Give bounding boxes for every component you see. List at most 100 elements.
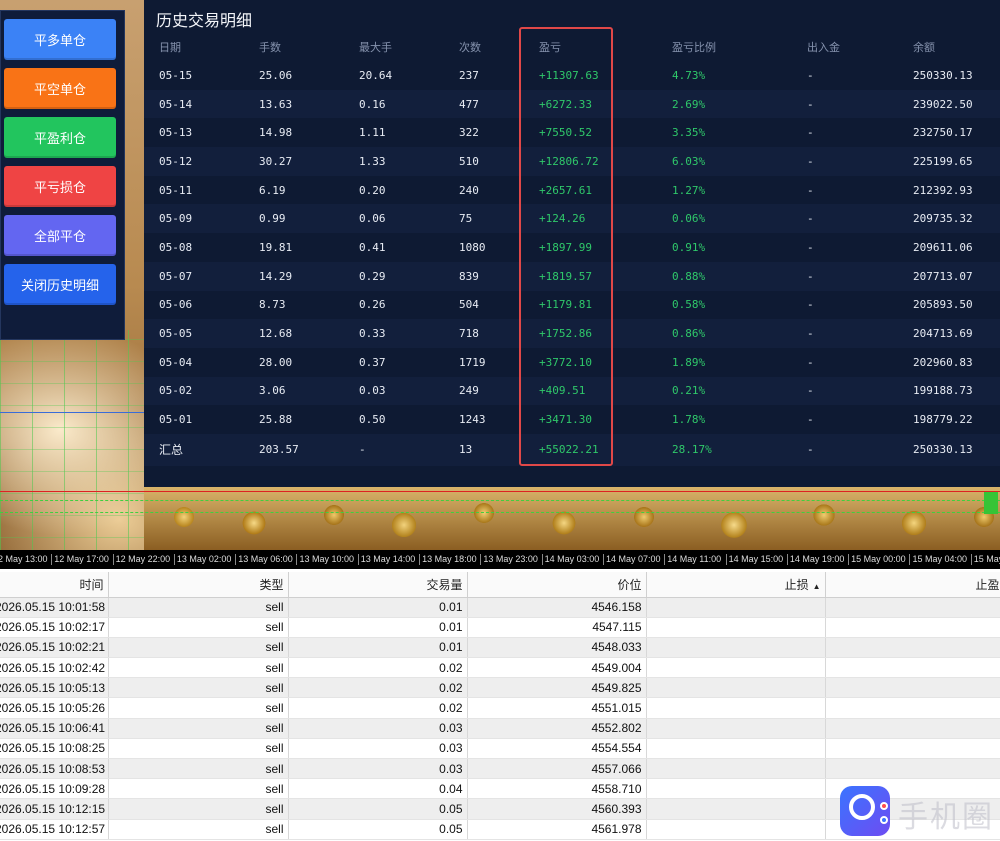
orders-header-row: 时间 类型 交易量 价位 止损 ▲ 止盈 bbox=[0, 572, 1000, 598]
order-cell bbox=[646, 718, 826, 739]
order-cell: 4558.710 bbox=[467, 778, 647, 800]
order-cell: 4549.004 bbox=[467, 657, 647, 679]
time-axis-label: 14 May 19:00 bbox=[786, 554, 848, 565]
history-cell: 199188.73 bbox=[898, 376, 1000, 406]
history-cell: 209735.32 bbox=[898, 204, 1000, 234]
history-cell: 3.35% bbox=[657, 118, 792, 148]
history-cell: 05-14 bbox=[144, 89, 244, 119]
history-cell: 6.19 bbox=[244, 175, 344, 205]
chart-level-line-green bbox=[0, 512, 1000, 513]
history-cell: 28.00 bbox=[244, 347, 344, 377]
orders-column-header[interactable]: 交易量 bbox=[288, 572, 468, 598]
order-row[interactable]: 2026.05.15 10:05:13 sell 0.02 4549.825 bbox=[0, 677, 1000, 699]
history-cell: +3471.30 bbox=[524, 405, 657, 434]
order-row[interactable]: 2026.05.15 10:08:25 sell 0.03 4554.554 bbox=[0, 738, 1000, 760]
order-cell: 0.03 bbox=[288, 738, 468, 760]
history-cell: 1080 bbox=[444, 233, 524, 262]
history-cell: +1179.81 bbox=[524, 290, 657, 320]
history-cell: +3772.10 bbox=[524, 347, 657, 377]
history-total-cell: 28.17% bbox=[657, 433, 792, 466]
orders-column-label: 交易量 bbox=[426, 577, 463, 592]
history-cell: 839 bbox=[444, 261, 524, 291]
history-cell: +11307.63 bbox=[524, 61, 657, 90]
orders-column-header[interactable]: 止盈 bbox=[825, 572, 1000, 598]
panel-title: 历史交易明细 bbox=[156, 13, 253, 30]
order-time: 2026.05.15 10:01:58 bbox=[0, 600, 106, 615]
history-cell: 05-13 bbox=[144, 118, 244, 148]
orders-column-header[interactable]: 价位 bbox=[467, 572, 647, 598]
orders-column-header[interactable]: 类型 bbox=[108, 572, 289, 598]
history-cell: 239022.50 bbox=[898, 89, 1000, 119]
history-total-row: 汇总 203.57-13 +55022.21 28.17% -250330.13 bbox=[144, 433, 1000, 466]
history-column-header: 盈亏比例 bbox=[672, 41, 716, 54]
history-column-header: 次数 bbox=[459, 41, 481, 54]
order-row[interactable]: 2026.05.15 10:02:42 sell 0.02 4549.004 bbox=[0, 657, 1000, 679]
history-cell: 240 bbox=[444, 175, 524, 205]
history-row: 05-15 25.06 20.64 237 +11307.63 4.73% -250330.… bbox=[144, 61, 1000, 90]
close-history-button[interactable]: 关闭历史明细 bbox=[4, 264, 116, 305]
order-cell: sell bbox=[108, 798, 289, 820]
order-time: 2026.05.15 10:02:42 bbox=[0, 660, 106, 675]
order-cell: sell bbox=[108, 657, 289, 679]
order-row[interactable]: 2026.05.15 10:08:53 sell 0.03 4557.066 bbox=[0, 758, 1000, 780]
order-cell bbox=[825, 697, 1000, 719]
order-cell: 4561.978 bbox=[467, 819, 647, 840]
close-long-positions-button[interactable]: 平多单仓 bbox=[4, 19, 116, 60]
history-cell: 2.69% bbox=[657, 89, 792, 119]
history-cell: 0.26 bbox=[344, 290, 444, 320]
history-cell: +1819.57 bbox=[524, 261, 657, 291]
order-row[interactable]: 2026.05.15 10:05:26 sell 0.02 4551.015 bbox=[0, 697, 1000, 719]
close-loss-positions-button[interactable]: 平亏损仓 bbox=[4, 166, 116, 207]
order-time: 2026.05.15 10:12:15 bbox=[0, 801, 106, 816]
history-column-header: 出入金 bbox=[807, 41, 840, 54]
history-cell: 249 bbox=[444, 376, 524, 406]
order-cell: 2026.05.15 10:08:53 bbox=[0, 758, 109, 780]
history-cell: 477 bbox=[444, 89, 524, 119]
history-cell: 1719 bbox=[444, 347, 524, 377]
history-cell: 05-05 bbox=[144, 319, 244, 348]
order-row[interactable]: 2026.05.15 10:06:41 sell 0.03 4552.802 bbox=[0, 718, 1000, 739]
history-cell: 14.98 bbox=[244, 118, 344, 148]
order-cell bbox=[825, 718, 1000, 739]
history-row: 05-02 3.06 0.03 249 +409.51 0.21% -199188.73 bbox=[144, 376, 1000, 406]
history-row: 05-11 6.19 0.20 240 +2657.61 1.27% -212392.93 bbox=[144, 175, 1000, 205]
order-cell bbox=[646, 778, 826, 800]
time-axis-label: 15 May bbox=[970, 554, 1000, 565]
history-cell: 0.50 bbox=[344, 405, 444, 434]
history-row: 05-13 14.98 1.11 322 +7550.52 3.35% -232750.17 bbox=[144, 118, 1000, 148]
order-cell: sell bbox=[108, 697, 289, 719]
app-logo-icon bbox=[840, 786, 890, 836]
time-axis-label: 14 May 07:00 bbox=[602, 554, 664, 565]
history-row: 05-01 25.88 0.50 1243 +3471.30 1.78% -198779.2… bbox=[144, 405, 1000, 434]
time-axis-label: 12 May 22:00 bbox=[112, 554, 174, 565]
order-row[interactable]: 2026.05.15 10:02:21 sell 0.01 4548.033 bbox=[0, 637, 1000, 659]
order-cell: 4549.825 bbox=[467, 677, 647, 699]
orders-column-header[interactable]: 时间 bbox=[0, 572, 109, 598]
time-axis-label: 13 May 10:00 bbox=[296, 554, 357, 565]
history-cell: 12.68 bbox=[244, 319, 344, 348]
orders-column-header[interactable]: 止损 ▲ bbox=[646, 572, 826, 598]
history-cell: 6.03% bbox=[657, 147, 792, 176]
order-cell: sell bbox=[108, 758, 289, 780]
close-short-positions-button[interactable]: 平空单仓 bbox=[4, 68, 116, 109]
time-axis: 12 May 13:0012 May 17:0012 May 22:0013 M… bbox=[0, 550, 1000, 569]
history-cell: 0.06% bbox=[657, 204, 792, 234]
history-cell: 0.20 bbox=[344, 175, 444, 205]
order-cell bbox=[646, 617, 826, 638]
history-cell: 20.64 bbox=[344, 61, 444, 90]
order-cell bbox=[646, 637, 826, 659]
close-all-positions-button[interactable]: 全部平仓 bbox=[4, 215, 116, 256]
order-cell: sell bbox=[108, 617, 289, 638]
order-cell bbox=[825, 617, 1000, 638]
close-profit-positions-button[interactable]: 平盈利仓 bbox=[4, 117, 116, 158]
order-time: 2026.05.15 10:12:57 bbox=[0, 822, 106, 837]
orders-column-label: 时间 bbox=[79, 577, 104, 592]
order-time: 2026.05.15 10:05:26 bbox=[0, 701, 106, 716]
history-cell: 504 bbox=[444, 290, 524, 320]
order-cell: 0.05 bbox=[288, 798, 468, 820]
order-row[interactable]: 2026.05.15 10:02:17 sell 0.01 4547.115 bbox=[0, 617, 1000, 638]
time-axis-label: 13 May 14:00 bbox=[357, 554, 419, 565]
history-cell: 1.27% bbox=[657, 175, 792, 205]
order-row[interactable]: 2026.05.15 10:01:58 sell 0.01 4546.158 bbox=[0, 597, 1000, 618]
history-cell: - bbox=[792, 319, 898, 348]
